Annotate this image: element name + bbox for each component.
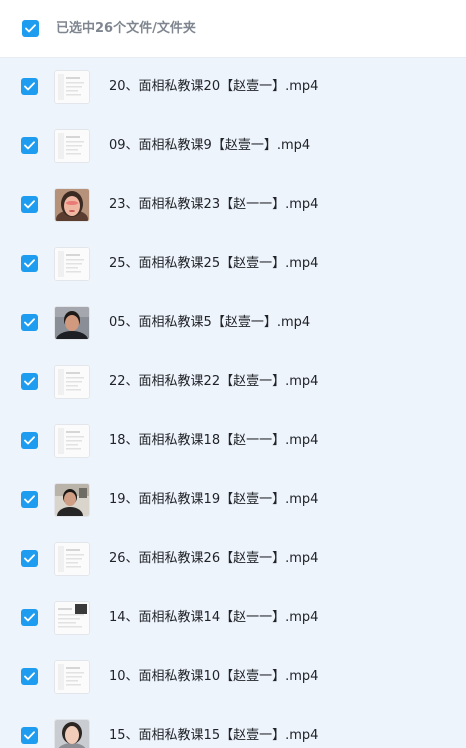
video-thumbnail: [54, 365, 90, 399]
file-row[interactable]: 05、面相私教课5【赵壹一】.mp4: [0, 294, 466, 353]
file-row[interactable]: 09、面相私教课9【赵壹一】.mp4: [0, 117, 466, 176]
file-checkbox[interactable]: [21, 550, 38, 567]
file-checkbox[interactable]: [21, 196, 38, 213]
file-checkbox[interactable]: [21, 609, 38, 626]
video-thumbnail: [54, 129, 90, 163]
file-name: 22、面相私教课22【赵壹一】.mp4: [109, 374, 319, 389]
video-thumbnail: [54, 719, 90, 748]
file-row[interactable]: 10、面相私教课10【赵壹一】.mp4: [0, 648, 466, 707]
file-name: 14、面相私教课14【赵一一】.mp4: [109, 610, 319, 625]
file-name: 09、面相私教课9【赵壹一】.mp4: [109, 138, 311, 153]
checkmark-icon: [24, 731, 35, 740]
checkmark-icon: [24, 82, 35, 91]
checkmark-icon: [24, 554, 35, 563]
file-checkbox[interactable]: [21, 255, 38, 272]
file-name: 15、面相私教课15【赵壹一】.mp4: [109, 728, 319, 743]
checkmark-icon: [24, 436, 35, 445]
select-all-checkbox[interactable]: [22, 20, 39, 37]
checkmark-icon: [24, 318, 35, 327]
file-row[interactable]: 14、面相私教课14【赵一一】.mp4: [0, 589, 466, 648]
file-name: 19、面相私教课19【赵壹一】.mp4: [109, 492, 319, 507]
file-name: 18、面相私教课18【赵一一】.mp4: [109, 433, 319, 448]
file-name: 10、面相私教课10【赵壹一】.mp4: [109, 669, 319, 684]
checkmark-icon: [24, 141, 35, 150]
file-checkbox[interactable]: [21, 727, 38, 744]
file-name: 20、面相私教课20【赵壹一】.mp4: [109, 79, 319, 94]
checkmark-icon: [24, 377, 35, 386]
file-row[interactable]: 26、面相私教课26【赵壹一】.mp4: [0, 530, 466, 589]
file-checkbox[interactable]: [21, 137, 38, 154]
checkmark-icon: [24, 495, 35, 504]
checkmark-icon: [24, 613, 35, 622]
file-checkbox[interactable]: [21, 491, 38, 508]
file-row[interactable]: 19、面相私教课19【赵壹一】.mp4: [0, 471, 466, 530]
video-thumbnail: [54, 188, 90, 222]
video-thumbnail: [54, 247, 90, 281]
file-checkbox[interactable]: [21, 668, 38, 685]
file-name: 25、面相私教课25【赵壹一】.mp4: [109, 256, 319, 271]
checkmark-icon: [24, 200, 35, 209]
file-selection-screen: 已选中26个文件/文件夹 20、面相私教课20【赵壹一】.mp4 09、面相私教课…: [0, 0, 466, 748]
video-thumbnail: [54, 424, 90, 458]
file-row[interactable]: 23、面相私教课23【赵一一】.mp4: [0, 176, 466, 235]
file-row[interactable]: 20、面相私教课20【赵壹一】.mp4: [0, 58, 466, 117]
file-row[interactable]: 22、面相私教课22【赵壹一】.mp4: [0, 353, 466, 412]
file-checkbox[interactable]: [21, 432, 38, 449]
video-thumbnail: [54, 483, 90, 517]
checkmark-icon: [25, 24, 36, 33]
video-thumbnail: [54, 306, 90, 340]
selection-count-label: 已选中26个文件/文件夹: [56, 21, 196, 36]
selection-header: 已选中26个文件/文件夹: [0, 0, 466, 58]
checkmark-icon: [24, 259, 35, 268]
video-thumbnail: [54, 601, 90, 635]
file-checkbox[interactable]: [21, 314, 38, 331]
file-row[interactable]: 15、面相私教课15【赵壹一】.mp4: [0, 707, 466, 748]
checkmark-icon: [24, 672, 35, 681]
file-name: 26、面相私教课26【赵壹一】.mp4: [109, 551, 319, 566]
video-thumbnail: [54, 542, 90, 576]
file-name: 23、面相私教课23【赵一一】.mp4: [109, 197, 319, 212]
video-thumbnail: [54, 660, 90, 694]
file-row[interactable]: 18、面相私教课18【赵一一】.mp4: [0, 412, 466, 471]
file-row[interactable]: 25、面相私教课25【赵壹一】.mp4: [0, 235, 466, 294]
file-checkbox[interactable]: [21, 373, 38, 390]
file-name: 05、面相私教课5【赵壹一】.mp4: [109, 315, 311, 330]
video-thumbnail: [54, 70, 90, 104]
file-checkbox[interactable]: [21, 78, 38, 95]
